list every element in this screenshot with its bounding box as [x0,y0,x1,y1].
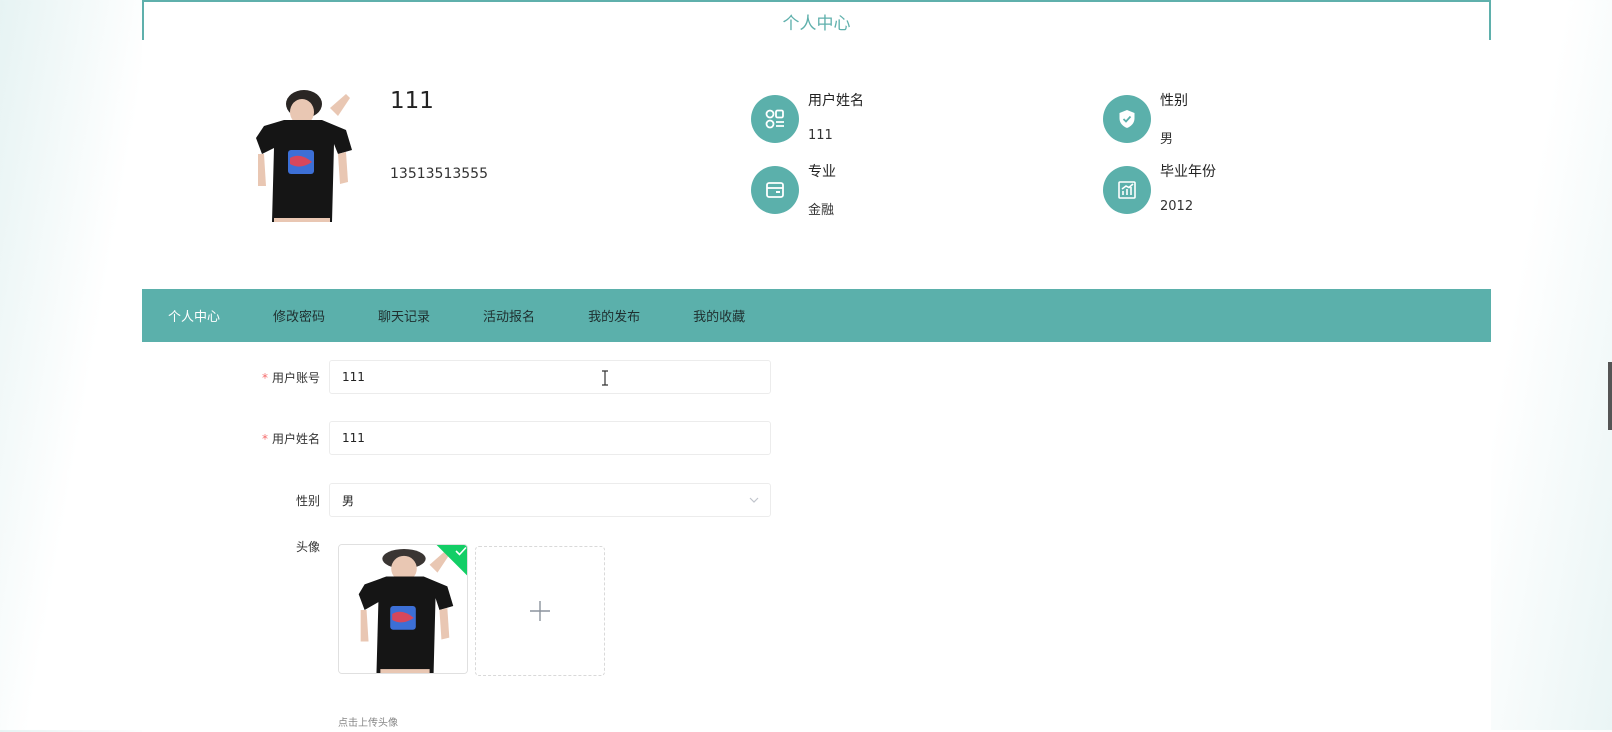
info-label: 性别 [1160,93,1188,109]
required-mark: * [261,431,268,446]
profile-phone: 13513513555 [390,166,488,182]
profile-card: 111 13513513555 用户姓名 111 性别 男 专业 金融 毕业年份… [142,40,1491,290]
account-value: 111 [342,370,365,384]
add-avatar-button[interactable] [475,546,605,676]
name-input[interactable]: 111 [329,421,771,455]
tab-my-posts[interactable]: 我的发布 [588,306,640,325]
page-title: 个人中心 [782,13,851,34]
form-row-account: * 用户账号 111 [142,360,771,394]
form-row-name: * 用户姓名 111 [142,421,771,455]
info-label: 毕业年份 [1160,164,1216,180]
tab-personal-center[interactable]: 个人中心 [168,306,220,325]
required-mark: * [261,370,268,385]
name-value: 111 [342,431,365,445]
info-value: 2012 [1160,199,1194,214]
info-value: 111 [808,128,833,143]
tab-change-password[interactable]: 修改密码 [273,306,325,325]
plus-icon [530,601,550,621]
profile-avatar-image [234,90,366,222]
text-cursor-icon [602,370,608,386]
uploaded-avatar-thumbnail[interactable] [338,544,468,674]
nav-tabs: 个人中心 修改密码 聊天记录 活动报名 我的发布 我的收藏 [142,289,1491,342]
info-graduation-year: 毕业年份 2012 [1103,161,1216,214]
shield-check-icon [1103,95,1151,143]
gender-value: 男 [342,493,355,508]
gender-select[interactable]: 男 [329,483,771,517]
chevron-down-icon [749,497,759,503]
form-label: 性别 [295,493,320,508]
form-row-avatar: 头像 [142,538,329,555]
info-value: 金融 [808,203,835,218]
tab-my-favorites[interactable]: 我的收藏 [693,306,745,325]
check-icon [455,546,467,556]
info-label: 用户姓名 [808,93,864,109]
info-gender: 性别 男 [1103,90,1188,147]
info-user-name: 用户姓名 111 [751,90,864,143]
tab-chat-records[interactable]: 聊天记录 [378,306,430,325]
info-major: 专业 金融 [751,161,836,218]
form-label: 头像 [295,540,320,554]
form-label: * 用户姓名 [261,431,320,446]
scrollbar-thumb[interactable] [1608,362,1612,430]
info-label: 专业 [808,164,836,180]
form-row-gender: 性别 男 [142,483,771,517]
bar-chart-icon [1103,166,1151,214]
avatar-upload-area [338,544,605,676]
avatar-thumbnail-image [339,545,467,673]
profile-form: * 用户账号 111 * 用户姓名 111 性别 男 头像 点击上传头像 [142,342,1491,732]
upload-hint: 点击上传头像 [338,718,398,729]
page-title-bar: 个人中心 [142,0,1491,42]
account-input[interactable]: 111 [329,360,771,394]
apps-grid-icon [751,95,799,143]
profile-name: 111 [390,88,434,114]
wallet-card-icon [751,166,799,214]
info-value: 男 [1160,132,1174,147]
tab-activity-signup[interactable]: 活动报名 [483,306,535,325]
form-label: * 用户账号 [261,370,320,385]
